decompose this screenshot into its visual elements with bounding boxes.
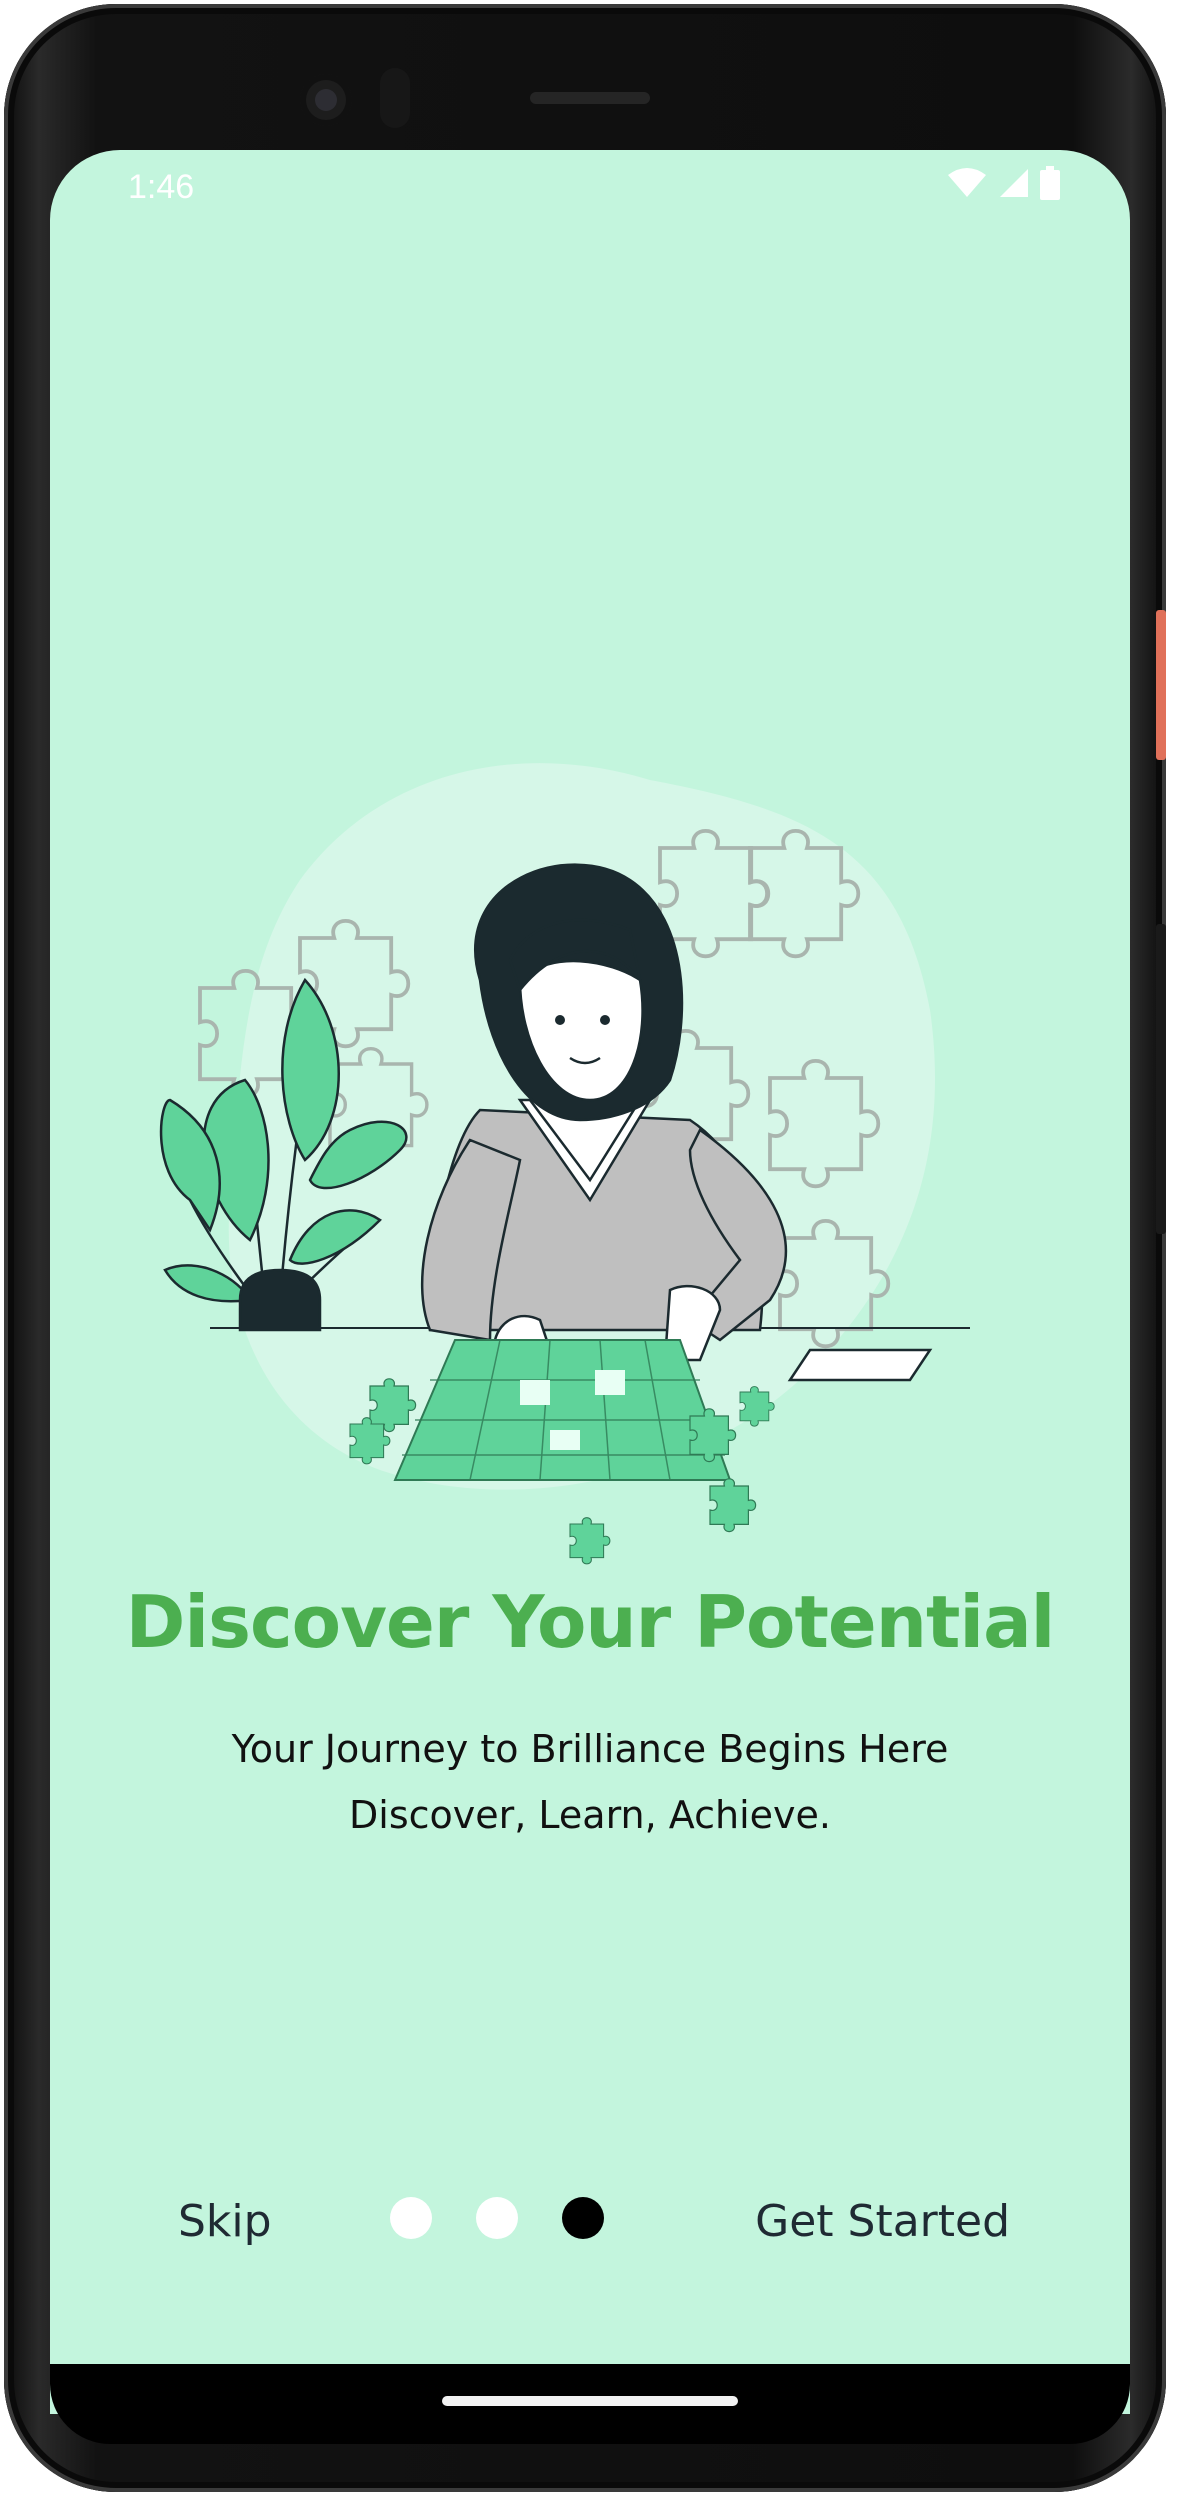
phone-frame: 1:46 Discover Your Potential Your Journe…: [4, 4, 1166, 2492]
onboarding-subtitle: Your Journey to Brilliance Begins Here D…: [50, 1716, 1130, 1848]
earpiece-speaker: [530, 92, 650, 104]
tablet: [787, 1348, 933, 1382]
status-time: 1:46: [128, 168, 195, 206]
onboarding-navigation: Skip Get Started: [50, 2180, 1130, 2260]
proximity-sensor: [380, 68, 410, 128]
cellular-signal-icon: [1000, 169, 1028, 197]
subtitle-line-1: Your Journey to Brilliance Begins Here: [231, 1727, 949, 1771]
page-dot-2[interactable]: [476, 2197, 518, 2239]
page-dot-1[interactable]: [390, 2197, 432, 2239]
front-camera: [300, 74, 352, 126]
status-bar: 1:46: [50, 150, 1130, 230]
power-button: [1156, 610, 1166, 760]
page-dot-3-active[interactable]: [562, 2197, 604, 2239]
gesture-bar: [50, 2364, 1130, 2444]
subtitle-line-2: Discover, Learn, Achieve.: [349, 1793, 831, 1837]
onboarding-title: Discover Your Potential: [125, 1580, 1056, 1664]
skip-button[interactable]: Skip: [178, 2196, 272, 2247]
status-icons: [946, 166, 1060, 200]
battery-icon: [1040, 166, 1060, 200]
page-indicator: [390, 2197, 604, 2239]
puzzle-illustration: [159, 763, 970, 1565]
puzzle-board: [393, 1339, 732, 1481]
volume-button: [1156, 924, 1166, 1234]
onboarding-screen: 1:46 Discover Your Potential Your Journe…: [50, 150, 1130, 2414]
home-indicator[interactable]: [442, 2396, 738, 2406]
wifi-icon: [948, 168, 986, 197]
get-started-button[interactable]: Get Started: [755, 2196, 1010, 2247]
